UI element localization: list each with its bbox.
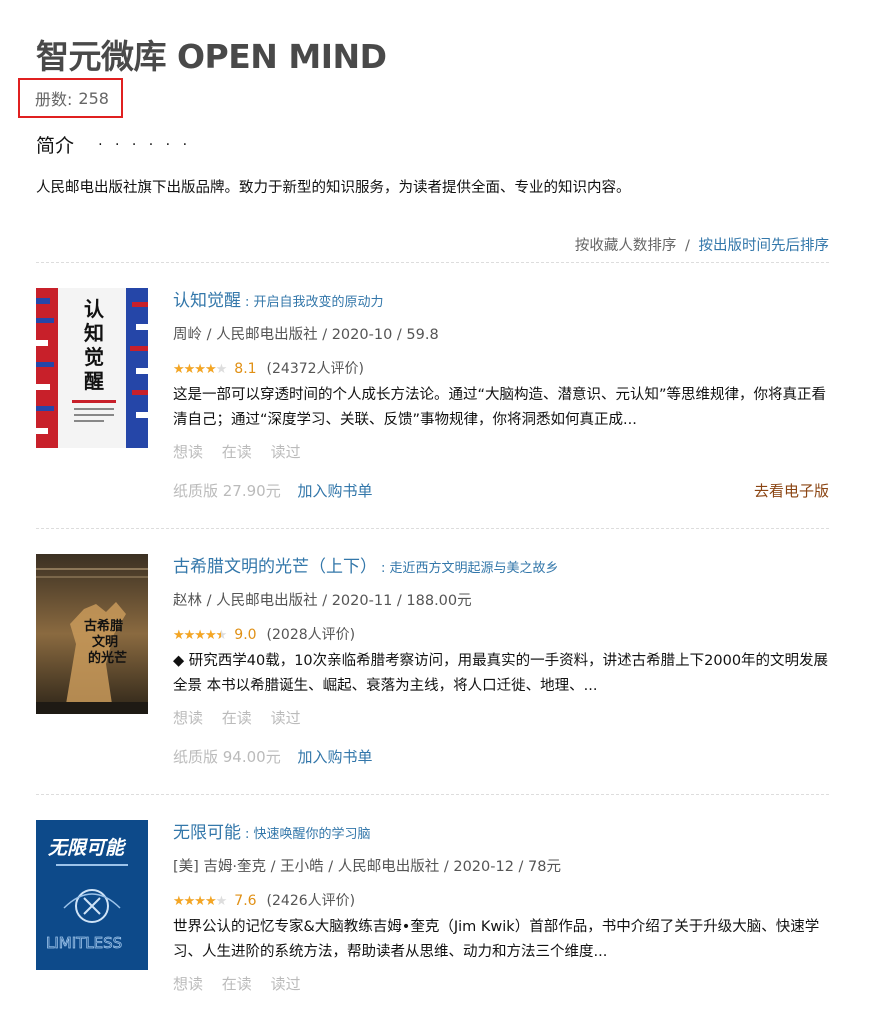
- book-title-link[interactable]: 无限可能: [173, 823, 241, 843]
- add-to-booklist-link[interactable]: 加入购书单: [298, 482, 373, 500]
- read-status-actions: 想读 在读 读过: [173, 441, 829, 463]
- book-info: 认知觉醒 : 开启自我改变的原动力 周岭 / 人民邮电出版社 / 2020-10 …: [173, 288, 829, 502]
- svg-text:无限可能: 无限可能: [47, 837, 127, 859]
- book-cover[interactable]: 古希腊 文明 的光芒: [36, 554, 148, 714]
- rating-score: 9.0: [234, 627, 257, 643]
- book-cover[interactable]: 认 知 觉 醒: [36, 288, 148, 448]
- have-read-button[interactable]: 读过: [271, 975, 301, 993]
- svg-text:文明: 文明: [92, 634, 118, 650]
- rating-votes: (2028人评价): [266, 627, 356, 643]
- svg-text:醒: 醒: [84, 369, 104, 393]
- sort-bar: 按收藏人数排序 / 按出版时间先后排序: [575, 234, 829, 255]
- rating-votes: (24372人评价): [266, 361, 365, 377]
- buy-row: 纸质版 94.00元 加入购书单: [173, 746, 829, 768]
- publisher-description: 人民邮电出版社旗下出版品牌。致力于新型的知识服务，为读者提供全面、专业的知识内容…: [36, 180, 631, 196]
- book-pub-info: 周岭 / 人民邮电出版社 / 2020-10 / 59.8: [173, 327, 439, 343]
- book-title-row: 无限可能 : 快速唤醒你的学习脑: [173, 820, 829, 846]
- rating-row: ★★★★★★★★★★ 8.1 (24372人评价): [173, 359, 829, 379]
- reading-button[interactable]: 在读: [222, 709, 252, 727]
- reading-button[interactable]: 在读: [222, 975, 252, 993]
- book-title-link[interactable]: 古希腊文明的光芒（上下）: [173, 557, 377, 577]
- book-title-link[interactable]: 认知觉醒: [173, 291, 241, 311]
- want-to-read-button[interactable]: 想读: [173, 443, 203, 461]
- cover-image-3: 无限可能 LIMITLESS: [36, 820, 148, 970]
- svg-text:LIMITLESS: LIMITLESS: [46, 934, 122, 952]
- rating-score: 7.6: [234, 893, 257, 909]
- rating-score: 8.1: [234, 361, 257, 377]
- svg-text:知: 知: [84, 321, 104, 345]
- rating-row: ★★★★★★★★★★ 7.6 (2426人评价): [173, 891, 829, 911]
- intro-label: 简介: [36, 135, 75, 157]
- book-info: 无限可能 : 快速唤醒你的学习脑 [美] 吉姆·奎克 / 王小皓 / 人民邮电出版…: [173, 820, 829, 995]
- count-label: 册数:: [35, 90, 73, 109]
- rating-stars: ★★★★★★★★★★: [173, 361, 227, 377]
- have-read-button[interactable]: 读过: [271, 443, 301, 461]
- paper-price: 纸质版 27.90元: [173, 482, 281, 500]
- sort-separator: /: [685, 238, 690, 254]
- count-value: 258: [78, 88, 109, 108]
- intro-heading: 简介 · · · · · ·: [36, 131, 191, 158]
- book-count-highlight: 册数: 258: [18, 78, 123, 118]
- page: 智元微库 OPEN MIND 册数: 258 简介 · · · · · · 人民…: [0, 0, 872, 1016]
- read-status-actions: 想读 在读 读过: [173, 973, 829, 995]
- book-subtitle: : 快速唤醒你的学习脑: [245, 827, 371, 842]
- read-status-actions: 想读 在读 读过: [173, 707, 829, 729]
- book-intro: 世界公认的记忆专家&大脑教练吉姆•奎克（Jim Kwik）首部作品，书中介绍了关…: [173, 919, 820, 960]
- sort-by-collections[interactable]: 按收藏人数排序: [575, 238, 677, 254]
- book-pub-info: [美] 吉姆·奎克 / 王小皓 / 人民邮电出版社 / 2020-12 / 78…: [173, 859, 561, 875]
- cover-image-2: 古希腊 文明 的光芒: [36, 554, 148, 714]
- book-pub-info: 赵林 / 人民邮电出版社 / 2020-11 / 188.00元: [173, 593, 472, 609]
- svg-text:认: 认: [84, 297, 105, 321]
- book-info: 古希腊文明的光芒（上下） : 走近西方文明起源与美之故乡 赵林 / 人民邮电出版社…: [173, 554, 829, 768]
- book-title-row: 认知觉醒 : 开启自我改变的原动力: [173, 288, 829, 314]
- intro-more-dots: · · · · · ·: [98, 137, 192, 153]
- book-intro: ◆ 研究西学40载，10次亲临希腊考察访问，用最真实的一手资料，讲述古希腊上下2…: [173, 653, 829, 694]
- svg-text:觉: 觉: [84, 345, 104, 369]
- svg-text:的光芒: 的光芒: [88, 650, 127, 666]
- want-to-read-button[interactable]: 想读: [173, 709, 203, 727]
- svg-text:古希腊: 古希腊: [84, 618, 123, 634]
- have-read-button[interactable]: 读过: [271, 709, 301, 727]
- rating-row: ★★★★★ ★★★★★ 9.0 (2028人评价): [173, 625, 829, 645]
- rating-stars: ★★★★★★★★★★: [173, 893, 227, 909]
- rating-stars: ★★★★★★★★★★: [173, 627, 227, 643]
- divider: [36, 794, 829, 795]
- book-subtitle: : 开启自我改变的原动力: [245, 295, 384, 310]
- book-intro: 这是一部可以穿透时间的个人成长方法论。通过“大脑构造、潜意识、元认知”等思维规律…: [173, 387, 827, 428]
- book-cover[interactable]: 无限可能 LIMITLESS: [36, 820, 148, 980]
- cover-image-1: 认 知 觉 醒: [36, 288, 148, 448]
- view-ebook-link[interactable]: 去看电子版: [754, 480, 829, 501]
- book-subtitle: : 走近西方文明起源与美之故乡: [381, 561, 559, 576]
- add-to-booklist-link[interactable]: 加入购书单: [298, 748, 373, 766]
- want-to-read-button[interactable]: 想读: [173, 975, 203, 993]
- sort-by-publish-date[interactable]: 按出版时间先后排序: [699, 238, 830, 254]
- book-title-row: 古希腊文明的光芒（上下） : 走近西方文明起源与美之故乡: [173, 554, 829, 580]
- buy-row: 纸质版 27.90元 加入购书单 去看电子版: [173, 480, 829, 502]
- paper-price: 纸质版 94.00元: [173, 748, 281, 766]
- divider: [36, 528, 829, 529]
- page-title: 智元微库 OPEN MIND: [36, 37, 387, 76]
- reading-button[interactable]: 在读: [222, 443, 252, 461]
- rating-votes: (2426人评价): [266, 893, 356, 909]
- divider: [36, 262, 829, 263]
